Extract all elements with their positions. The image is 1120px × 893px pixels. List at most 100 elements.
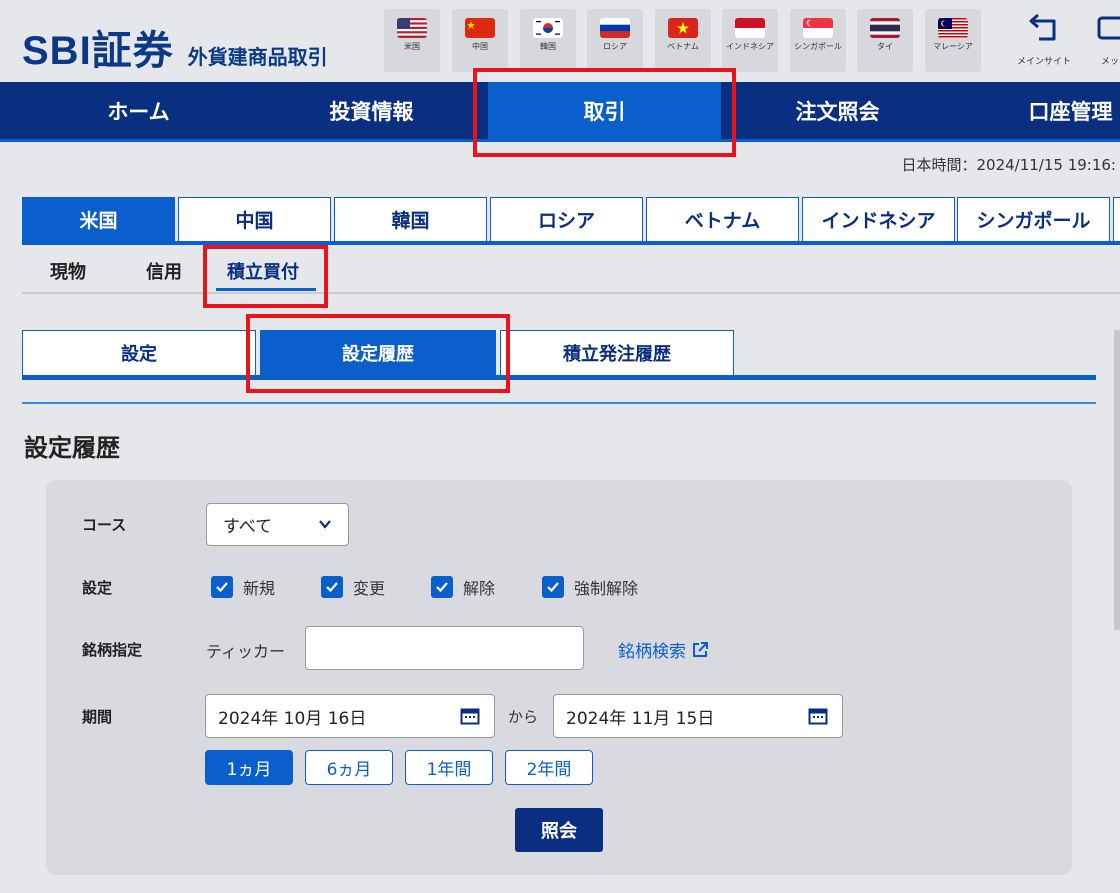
checkbox-change[interactable]: 変更 <box>321 575 385 599</box>
checkbox-label: 強制解除 <box>574 579 639 598</box>
checkbox-new[interactable]: 新規 <box>211 575 275 599</box>
flag-button-russia[interactable]: ロシア <box>587 9 643 72</box>
flag-label: 米国 <box>404 42 420 51</box>
course-select[interactable]: すべて <box>206 503 349 546</box>
message-button[interactable]: メッ <box>1090 12 1120 72</box>
calendar-icon <box>460 708 480 725</box>
flag-label: インドネシア <box>726 42 774 51</box>
flag-label: タイ <box>877 42 893 51</box>
russia-flag-icon <box>600 18 630 38</box>
flag-button-indonesia[interactable]: インドネシア <box>722 9 778 72</box>
main-site-label: メインサイト <box>1016 57 1071 67</box>
flag-button-singapore[interactable]: シンガポール <box>790 9 846 72</box>
tab-margin[interactable]: 信用 <box>146 258 182 284</box>
checkbox-forced-cancel[interactable]: 強制解除 <box>542 575 638 599</box>
tab-settings[interactable]: 設定 <box>22 330 256 375</box>
checkbox-label: 新規 <box>243 579 276 598</box>
page-title: 設定履歴 <box>24 434 120 462</box>
tab-china[interactable]: 中国 <box>178 197 331 241</box>
period-1-month-button[interactable]: 1ヵ月 <box>205 750 293 785</box>
top-header: SBI証券 外貨建商品取引 米国 中国 韓国 ロシア ベトナム インドネシア シ… <box>0 0 1120 82</box>
stock-search-label: 銘柄検索 <box>618 642 686 662</box>
checkbox-label: 解除 <box>463 579 496 598</box>
tab-accumulation[interactable]: 積立買付 <box>227 258 299 284</box>
period-label: 期間 <box>82 708 113 726</box>
us-flag-icon <box>397 18 427 38</box>
date-from-value: 2024年 10月 16日 <box>218 708 367 729</box>
external-link-icon <box>693 641 708 657</box>
china-flag-icon <box>465 18 495 38</box>
nav-investment-info[interactable]: 投資情報 <box>255 82 488 139</box>
trade-type-tabs: 現物 信用 積立買付 <box>22 248 1120 294</box>
main-site-button[interactable]: メインサイト <box>1014 12 1074 72</box>
tab-settings-history[interactable]: 設定履歴 <box>260 330 496 375</box>
flag-button-malaysia[interactable]: マレーシア <box>925 9 981 72</box>
tab-more[interactable] <box>1113 197 1120 241</box>
section-divider <box>22 402 1096 404</box>
check-icon <box>431 576 453 598</box>
flag-label: シンガポール <box>794 42 842 51</box>
flag-label: マレーシア <box>933 42 973 51</box>
active-tab-underline <box>216 288 316 291</box>
stock-search-link[interactable]: 銘柄検索 <box>618 637 710 662</box>
message-label: メッ <box>1100 57 1119 67</box>
malaysia-flag-icon <box>938 18 968 38</box>
flag-button-korea[interactable]: 韓国 <box>520 9 576 72</box>
return-icon <box>1029 13 1056 41</box>
date-separator: から <box>508 708 539 726</box>
tab-indonesia[interactable]: インドネシア <box>802 197 955 241</box>
flag-label: 中国 <box>472 42 488 51</box>
calendar-icon <box>808 708 828 725</box>
message-icon <box>1097 16 1120 40</box>
tab-singapore[interactable]: シンガポール <box>957 197 1110 241</box>
inquiry-button[interactable]: 照会 <box>515 808 603 852</box>
course-label: コース <box>82 516 127 534</box>
period-6-month-button[interactable]: 6ヵ月 <box>305 750 393 785</box>
chevron-down-icon <box>319 520 331 529</box>
stock-label: 銘柄指定 <box>82 641 143 659</box>
ticker-input[interactable] <box>305 626 584 670</box>
flag-label: 韓国 <box>540 42 556 51</box>
check-icon <box>211 576 233 598</box>
flag-button-vietnam[interactable]: ベトナム <box>655 9 711 72</box>
ticker-label: ティッカー <box>206 642 286 661</box>
flag-button-us[interactable]: 米国 <box>384 9 440 72</box>
tab-russia[interactable]: ロシア <box>490 197 643 241</box>
tab-korea[interactable]: 韓国 <box>334 197 487 241</box>
checkbox-cancel[interactable]: 解除 <box>431 575 495 599</box>
nav-home[interactable]: ホーム <box>22 82 255 139</box>
indonesia-flag-icon <box>735 18 765 38</box>
flag-button-china[interactable]: 中国 <box>452 9 508 72</box>
flag-button-thailand[interactable]: タイ <box>857 9 913 72</box>
tab-cash[interactable]: 現物 <box>50 258 86 284</box>
logo-text: SBI証券 <box>22 29 174 73</box>
global-nav: ホーム 投資情報 取引 注文照会 口座管理 <box>0 82 1120 142</box>
nav-account[interactable]: 口座管理 <box>954 82 1120 139</box>
checkbox-label: 変更 <box>353 579 386 598</box>
setting-label: 設定 <box>82 579 113 597</box>
check-icon <box>542 576 564 598</box>
tab-vietnam[interactable]: ベトナム <box>646 197 799 241</box>
period-2-year-button[interactable]: 2年間 <box>505 750 593 785</box>
check-icon <box>321 576 343 598</box>
korea-flag-icon <box>533 18 563 38</box>
search-form-panel: コース すべて 設定 新規 変更 解除 強制解除 銘柄指定 ティッカー 銘柄検索… <box>46 480 1072 875</box>
date-to-field[interactable]: 2024年 11月 15日 <box>553 694 843 738</box>
date-from-field[interactable]: 2024年 10月 16日 <box>205 694 495 738</box>
vietnam-flag-icon <box>668 18 698 38</box>
tab-us[interactable]: 米国 <box>22 197 175 241</box>
logo-subtitle: 外貨建商品取引 <box>187 45 328 69</box>
course-value: すべて <box>223 517 273 537</box>
accumulation-tabs: 設定 設定履歴 積立発注履歴 <box>22 330 1096 380</box>
period-1-year-button[interactable]: 1年間 <box>405 750 493 785</box>
flag-label: ロシア <box>603 42 627 51</box>
scrollbar[interactable] <box>1114 330 1120 630</box>
date-to-value: 2024年 11月 15日 <box>566 708 715 729</box>
sbi-logo[interactable]: SBI証券 外貨建商品取引 <box>22 18 328 76</box>
thailand-flag-icon <box>870 18 900 38</box>
nav-trade[interactable]: 取引 <box>488 82 721 139</box>
flag-label: ベトナム <box>667 42 699 51</box>
country-tabs: 米国 中国 韓国 ロシア ベトナム インドネシア シンガポール <box>22 197 1120 245</box>
tab-order-history[interactable]: 積立発注履歴 <box>500 330 734 375</box>
nav-order-inquiry[interactable]: 注文照会 <box>721 82 954 139</box>
